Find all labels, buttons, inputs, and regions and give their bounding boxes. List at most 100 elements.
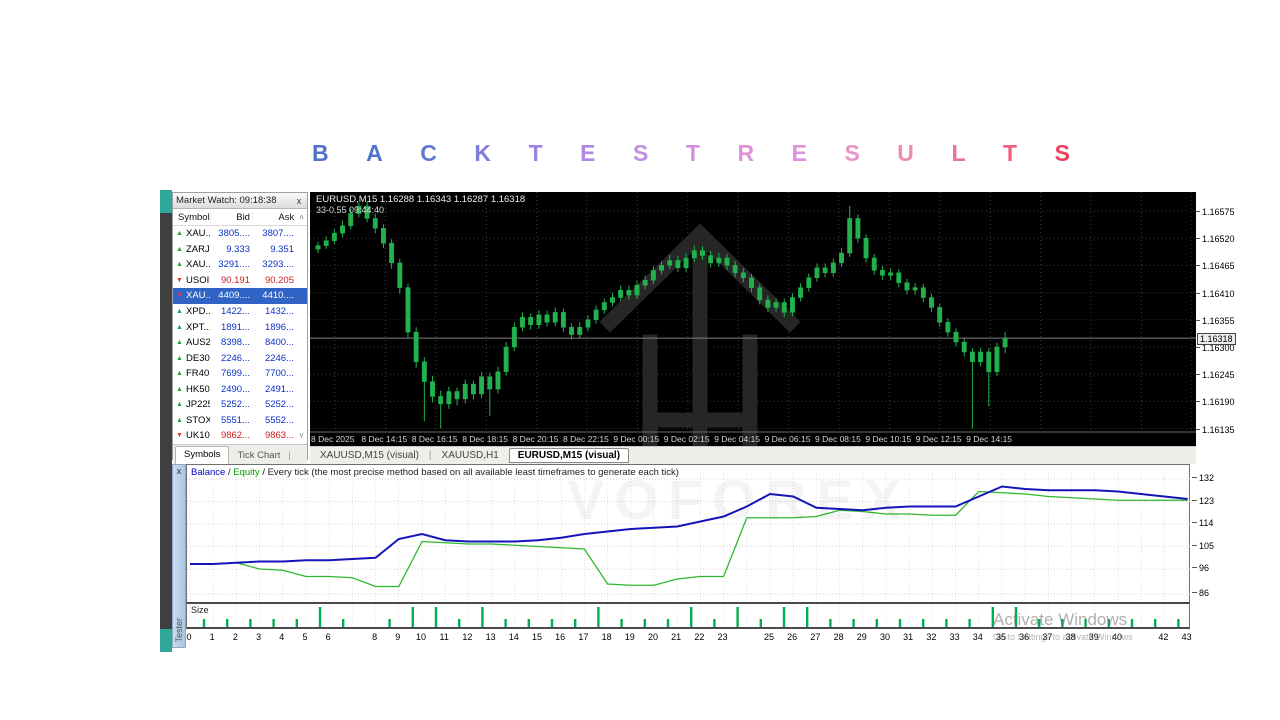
time-axis-label: 8 Dec 16:15 — [412, 434, 458, 444]
trade-number-label: 30 — [880, 632, 890, 642]
market-watch-tab-symbols[interactable]: Symbols — [175, 446, 229, 464]
column-ask[interactable]: Ask — [252, 212, 296, 223]
title-letter: K — [474, 140, 491, 167]
trade-number-label: 33 — [950, 632, 960, 642]
chart-tab-eurusd-m15-visual-[interactable]: EURUSD,M15 (visual) — [509, 448, 629, 463]
trade-number-label: 16 — [555, 632, 565, 642]
market-watch-row[interactable]: ▲STOX...5551...5552... — [173, 413, 307, 429]
time-axis-label: 9 Dec 12:15 — [916, 434, 962, 444]
market-watch-tab-tick-chart[interactable]: Tick Chart — [229, 448, 288, 464]
bid-value: 3291.... — [210, 259, 252, 270]
arrow-up-icon: ▲ — [173, 324, 186, 331]
trade-number-label: 0 — [186, 632, 191, 642]
title-letter: S — [1055, 140, 1070, 167]
trade-number-label: 27 — [810, 632, 820, 642]
price-axis-label: 1.16245 — [1202, 370, 1235, 380]
market-watch-row[interactable]: ▲DE302246...2246... — [173, 350, 307, 366]
symbol-name: XAU... — [186, 259, 210, 270]
ask-value: 2246... — [252, 353, 296, 364]
title-letter: C — [420, 140, 437, 167]
trade-number-label: 22 — [694, 632, 704, 642]
arrow-up-icon: ▲ — [173, 386, 186, 393]
market-watch-row[interactable]: ▲HK502490...2491... — [173, 381, 307, 397]
time-axis-label: 9 Dec 08:15 — [815, 434, 861, 444]
market-watch-row[interactable]: ▲ZARJPY9.3339.351 — [173, 242, 307, 258]
price-axis-label: 1.16410 — [1202, 289, 1235, 299]
time-axis-label: 9 Dec 02:15 — [664, 434, 710, 444]
price-axis-label: 1.16355 — [1202, 316, 1235, 326]
chart-countdown-line: 33-0.55 09:44:40 — [316, 205, 384, 215]
trade-number-label: 15 — [532, 632, 542, 642]
time-axis-label: 9 Dec 14:15 — [966, 434, 1012, 444]
market-watch-row[interactable]: ▲XPD...1422...1432... — [173, 304, 307, 320]
scroll-down-icon[interactable]: ˅ — [296, 431, 307, 440]
trade-number-label: 32 — [926, 632, 936, 642]
left-edge-strip — [160, 190, 172, 652]
bid-value: 1891... — [210, 322, 252, 333]
price-axis[interactable]: 1.165751.165201.164651.164101.163551.163… — [1196, 192, 1248, 446]
price-axis-label: 1.16575 — [1202, 207, 1235, 217]
trade-number-label: 4 — [279, 632, 284, 642]
ask-value: 90.205 — [252, 275, 296, 286]
column-symbol[interactable]: Symbol — [173, 212, 210, 223]
left-strip-top-accent — [160, 190, 172, 213]
symbol-name: XAU... — [186, 228, 210, 239]
bid-value: 3805.... — [210, 228, 252, 239]
ask-value: 1896... — [252, 322, 296, 333]
chart-tab-xauusd-m15-visual-[interactable]: XAUUSD,M15 (visual) — [310, 449, 429, 462]
bid-value: 2490... — [210, 384, 252, 395]
ask-value: 7700... — [252, 368, 296, 379]
trade-number-label: 25 — [764, 632, 774, 642]
trade-number-label: 12 — [462, 632, 472, 642]
activate-windows-watermark: Activate Windows — [993, 610, 1127, 630]
column-bid[interactable]: Bid — [210, 212, 252, 223]
market-watch-row[interactable]: ▲XPT...1891...1896... — [173, 319, 307, 335]
trade-number-label: 17 — [578, 632, 588, 642]
balance-axis-label: 132 — [1199, 473, 1214, 483]
balance-axis-label: 123 — [1199, 496, 1214, 506]
market-watch-row[interactable]: ▲FR407699...7700... — [173, 366, 307, 382]
close-icon[interactable]: x — [294, 196, 304, 206]
equity-legend-label: Equity — [233, 467, 259, 478]
arrow-up-icon: ▲ — [173, 401, 186, 408]
chart-tab-bar: XAUUSD,M15 (visual)|XAUUSD,H1EURUSD,M15 … — [310, 446, 1196, 464]
title-letter: T — [1003, 140, 1017, 167]
bid-value: 8398... — [210, 337, 252, 348]
market-watch-row[interactable]: ▼UK1009862...9863...˅ — [173, 428, 307, 444]
title-letter: A — [366, 140, 383, 167]
candlestick-chart[interactable]: EURUSD,M15 1.16288 1.16343 1.16287 1.163… — [310, 192, 1196, 446]
trade-number-label: 8 — [372, 632, 377, 642]
trade-number-label: 29 — [857, 632, 867, 642]
time-axis-label: 9 Dec 00:15 — [613, 434, 659, 444]
balance-legend-label: Balance — [191, 467, 225, 478]
market-watch-row[interactable]: ▲JP2255252...5252... — [173, 397, 307, 413]
balance-axis-label: 105 — [1199, 541, 1214, 551]
trade-number-label: 10 — [416, 632, 426, 642]
symbol-name: AUS200 — [186, 337, 210, 348]
tester-close-icon[interactable]: x — [173, 466, 185, 476]
balance-axis: 1321231141059686 — [1192, 464, 1236, 646]
trade-number-label: 6 — [326, 632, 331, 642]
chart-tab-xauusd-h1[interactable]: XAUUSD,H1 — [432, 449, 509, 462]
price-axis-label: 1.16135 — [1202, 425, 1235, 435]
bid-value: 5551... — [210, 415, 252, 426]
arrow-up-icon: ▲ — [173, 230, 186, 237]
ask-value: 1432... — [252, 306, 296, 317]
ask-value: 8400... — [252, 337, 296, 348]
balance-equity-graph[interactable]: Balance / Equity / Every tick (the most … — [186, 464, 1190, 602]
market-watch-row[interactable]: ▼USOIL90.19190.205 — [173, 273, 307, 289]
symbol-name: JP225 — [186, 399, 210, 410]
market-watch-title: Market Watch: 09:18:38 — [176, 195, 294, 206]
trade-number-label: 21 — [671, 632, 681, 642]
market-watch-row[interactable]: ▲XAU...3805....3807.... — [173, 226, 307, 242]
scroll-up-icon[interactable]: ˄ — [296, 213, 307, 222]
price-axis-label: 1.16190 — [1202, 397, 1235, 407]
time-axis-label: 9 Dec 10:15 — [865, 434, 911, 444]
market-watch-row[interactable]: ▲XAU...3291....3293.... — [173, 257, 307, 273]
title-letter: S — [844, 140, 859, 167]
market-watch-row[interactable]: ▲AUS2008398...8400... — [173, 335, 307, 351]
arrow-down-icon: ▼ — [173, 277, 186, 284]
market-watch-row[interactable]: ▼XAU...4409....4410.... — [173, 288, 307, 304]
trade-number-label: 42 — [1158, 632, 1168, 642]
trade-number-label: 14 — [509, 632, 519, 642]
